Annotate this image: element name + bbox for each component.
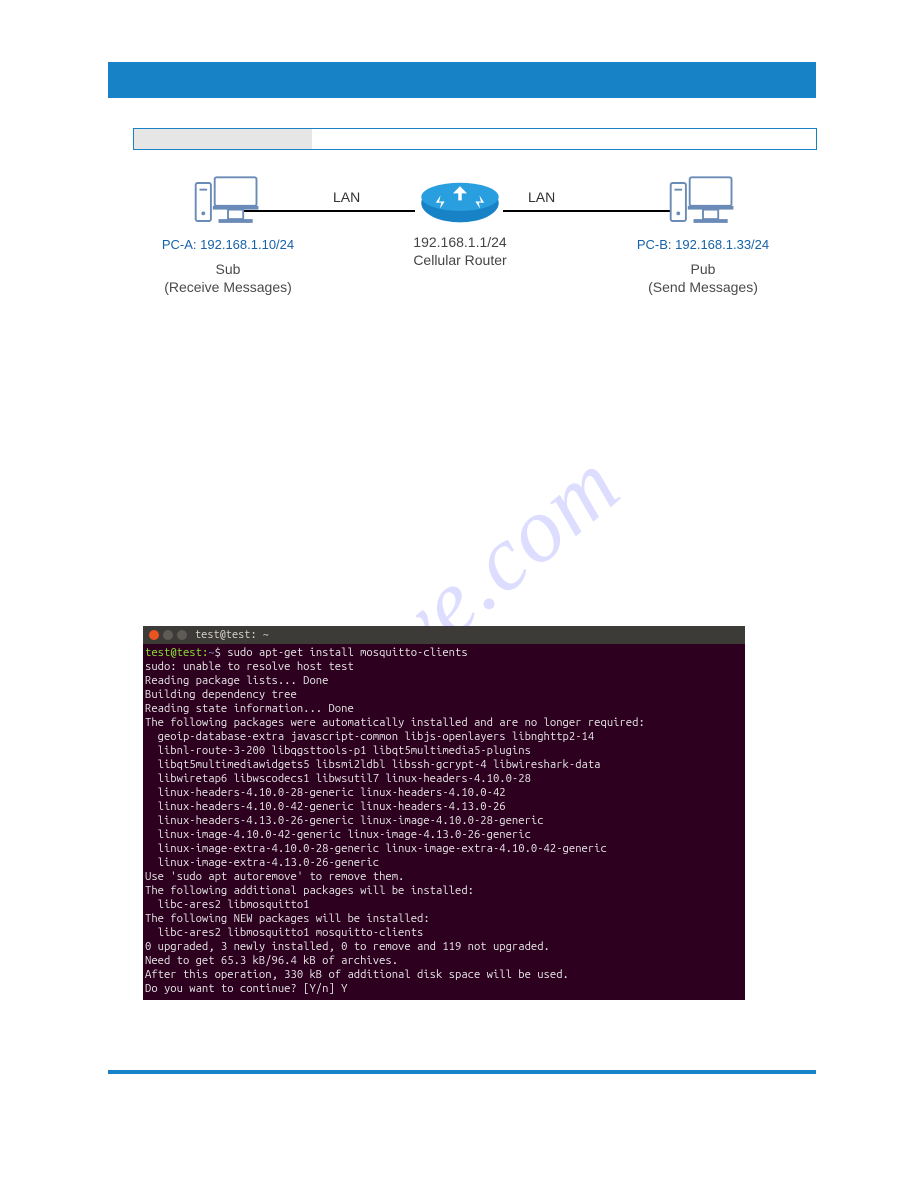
document-page: LAN LAN PC-A: 192.168.1.10/24 Sub (Recei… [0, 0, 918, 1188]
pc-b-ip: PC-B: 192.168.1.33/24 [618, 237, 788, 254]
pc-a-ip: PC-A: 192.168.1.10/24 [143, 237, 313, 254]
terminal-output: sudo: unable to resolve host test Readin… [145, 660, 645, 995]
prompt-user: test@test [145, 646, 202, 659]
desktop-icon [665, 171, 741, 233]
router-name: Cellular Router [380, 251, 540, 269]
router-icon [416, 181, 504, 225]
router-ip: 192.168.1.1/24 [380, 233, 540, 251]
window-close-icon[interactable] [149, 630, 159, 640]
terminal-command: sudo apt-get install mosquitto-clients [227, 646, 467, 659]
header-bar [108, 62, 816, 98]
terminal-body[interactable]: test@test:~$ sudo apt-get install mosqui… [143, 644, 745, 1000]
terminal-title: test@test: ~ [195, 628, 269, 642]
pc-b-role-sub: (Send Messages) [618, 278, 788, 296]
terminal-window: test@test: ~ test@test:~$ sudo apt-get i… [143, 626, 745, 1000]
pc-a-role-sub: (Receive Messages) [143, 278, 313, 296]
pc-a-role-title: Sub [143, 260, 313, 278]
network-diagram: LAN LAN PC-A: 192.168.1.10/24 Sub (Recei… [128, 165, 828, 350]
terminal-titlebar: test@test: ~ [143, 626, 745, 644]
node-pc-b: PC-B: 192.168.1.33/24 Pub (Send Messages… [618, 171, 788, 296]
lan-label-left: LAN [333, 189, 360, 205]
node-pc-a: PC-A: 192.168.1.10/24 Sub (Receive Messa… [143, 171, 313, 296]
node-router: 192.168.1.1/24 Cellular Router [380, 171, 540, 269]
desktop-icon [190, 171, 266, 233]
window-maximize-icon[interactable] [177, 630, 187, 640]
pc-b-role-title: Pub [618, 260, 788, 278]
footer-bar [108, 1070, 816, 1074]
window-minimize-icon[interactable] [163, 630, 173, 640]
info-bar-fill [134, 129, 312, 149]
